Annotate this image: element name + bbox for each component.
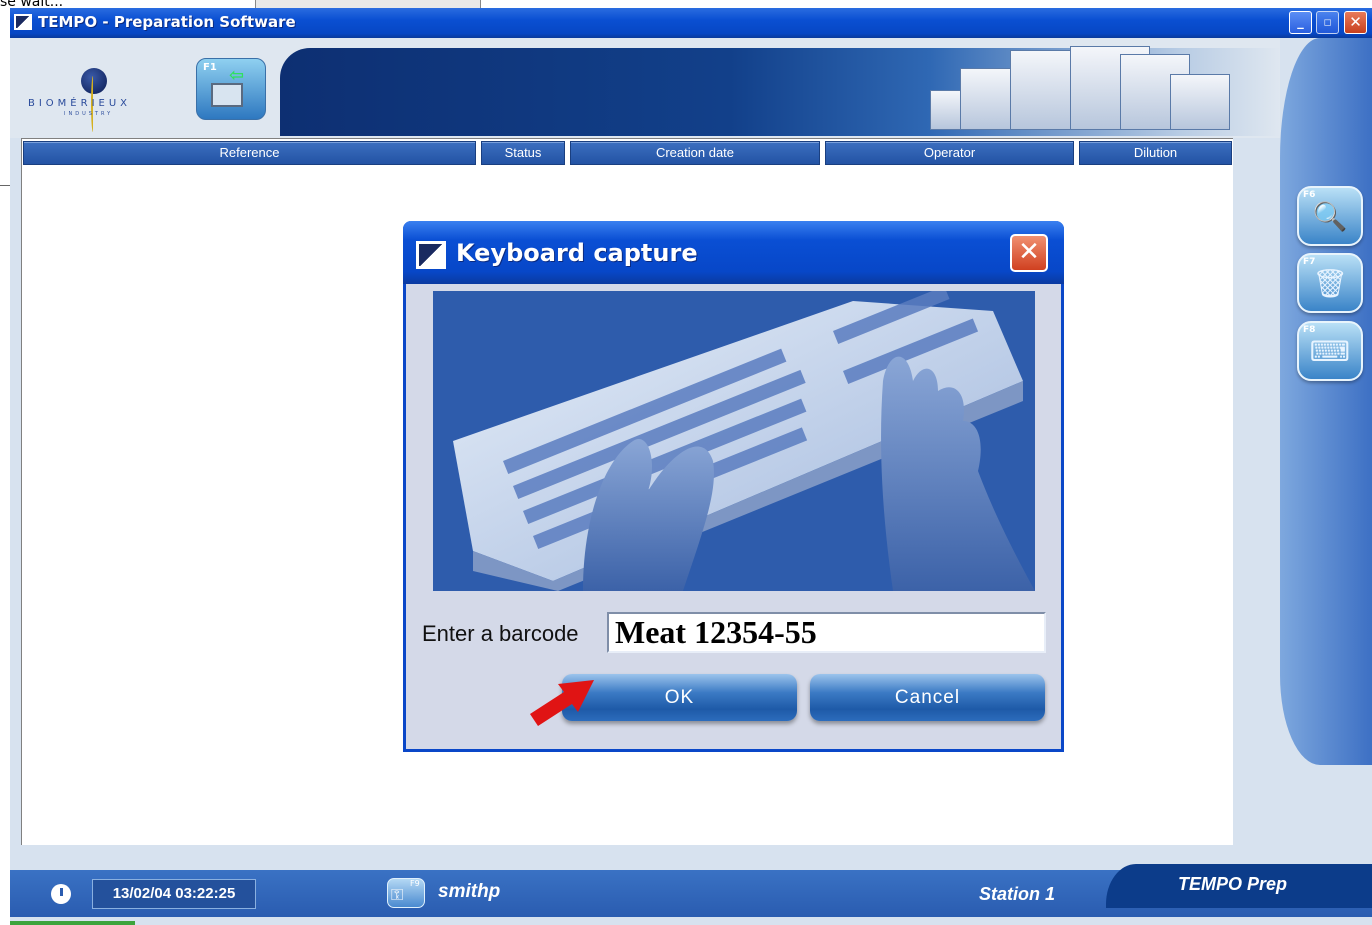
bottom-strip xyxy=(10,917,1372,925)
col-status[interactable]: Status xyxy=(481,141,565,165)
tempo-racks-illustration xyxy=(920,44,1270,134)
col-reference[interactable]: Reference xyxy=(23,141,476,165)
exit-screen-icon xyxy=(211,83,243,107)
app-name: TEMPO Prep xyxy=(1178,874,1288,894)
f7-key-label: F7 xyxy=(1303,257,1316,267)
station-label: Station 1 xyxy=(979,884,1056,904)
f7-delete-button[interactable]: F7 🗑 xyxy=(1297,253,1363,313)
dialog-title-bar[interactable]: Keyboard capture ✕ xyxy=(403,221,1064,284)
biomerieux-logo: BIOMÉRIEUX INDUSTRY xyxy=(28,66,168,136)
f9-key-label: F9 xyxy=(410,879,420,888)
app-icon xyxy=(14,14,32,30)
maximize-button[interactable]: ▫ xyxy=(1316,11,1339,34)
username: smithp xyxy=(438,881,501,902)
keyboard-illustration xyxy=(433,291,1035,591)
background-line-fragment xyxy=(0,185,10,186)
logo-text: BIOMÉRIEUX xyxy=(28,98,132,109)
col-dilution[interactable]: Dilution xyxy=(1079,141,1232,165)
keyboard-icon: ⌨ xyxy=(1309,335,1351,368)
clock-icon xyxy=(51,884,71,904)
table-header: Reference Status Creation date Operator … xyxy=(23,141,1232,165)
f1-exit-button[interactable]: F1 ⇦ xyxy=(196,58,266,120)
f6-key-label: F6 xyxy=(1303,190,1316,200)
exit-arrow-icon: ⇦ xyxy=(229,65,245,86)
close-button[interactable]: ✕ xyxy=(1344,11,1367,34)
dialog-close-button[interactable]: ✕ xyxy=(1010,234,1048,272)
taskbar-fragment xyxy=(10,921,135,925)
f9-user-button[interactable]: F9 ⚿ xyxy=(387,878,425,908)
keyboard-capture-dialog: Keyboard capture ✕ Enter a barcode Meat … xyxy=(403,221,1064,752)
red-pointer-arrow-icon xyxy=(530,680,594,726)
side-toolbar: F6 🔍 F7 🗑 F8 ⌨ xyxy=(1280,38,1372,765)
cancel-button[interactable]: Cancel xyxy=(810,674,1045,721)
col-creation-date[interactable]: Creation date xyxy=(570,141,820,165)
keyboard-hands-image xyxy=(433,291,1035,591)
col-operator[interactable]: Operator xyxy=(825,141,1074,165)
app-header: BIOMÉRIEUX INDUSTRY F1 ⇦ xyxy=(10,38,1280,138)
barcode-input[interactable]: Meat 12354-55 xyxy=(607,612,1046,653)
status-bar: 13/02/04 03:22:25 F9 ⚿ smithp Station 1 … xyxy=(10,864,1372,917)
trash-icon: 🗑 xyxy=(1312,267,1348,300)
rack-image xyxy=(1170,74,1230,130)
f1-key-label: F1 xyxy=(203,62,217,73)
key-icon: ⚿ xyxy=(391,885,404,904)
datetime-display: 13/02/04 03:22:25 xyxy=(92,879,256,909)
screen: se wait... TEMPO - Preparation Software … xyxy=(0,0,1372,925)
f8-key-label: F8 xyxy=(1303,325,1316,335)
app-tag: TEMPO Prep xyxy=(1106,864,1372,908)
magnifier-icon: 🔍 xyxy=(1312,200,1348,233)
dialog-title: Keyboard capture xyxy=(456,239,698,267)
f6-search-button[interactable]: F6 🔍 xyxy=(1297,186,1363,246)
minimize-button[interactable]: _ xyxy=(1289,11,1312,34)
f8-keyboard-button[interactable]: F8 ⌨ xyxy=(1297,321,1363,381)
title-bar[interactable]: TEMPO - Preparation Software _ ▫ ✕ xyxy=(10,8,1372,38)
barcode-label: Enter a barcode xyxy=(422,621,579,646)
window-title: TEMPO - Preparation Software xyxy=(38,13,296,31)
logo-subtext: INDUSTRY xyxy=(64,111,114,117)
dialog-app-icon xyxy=(416,241,446,269)
